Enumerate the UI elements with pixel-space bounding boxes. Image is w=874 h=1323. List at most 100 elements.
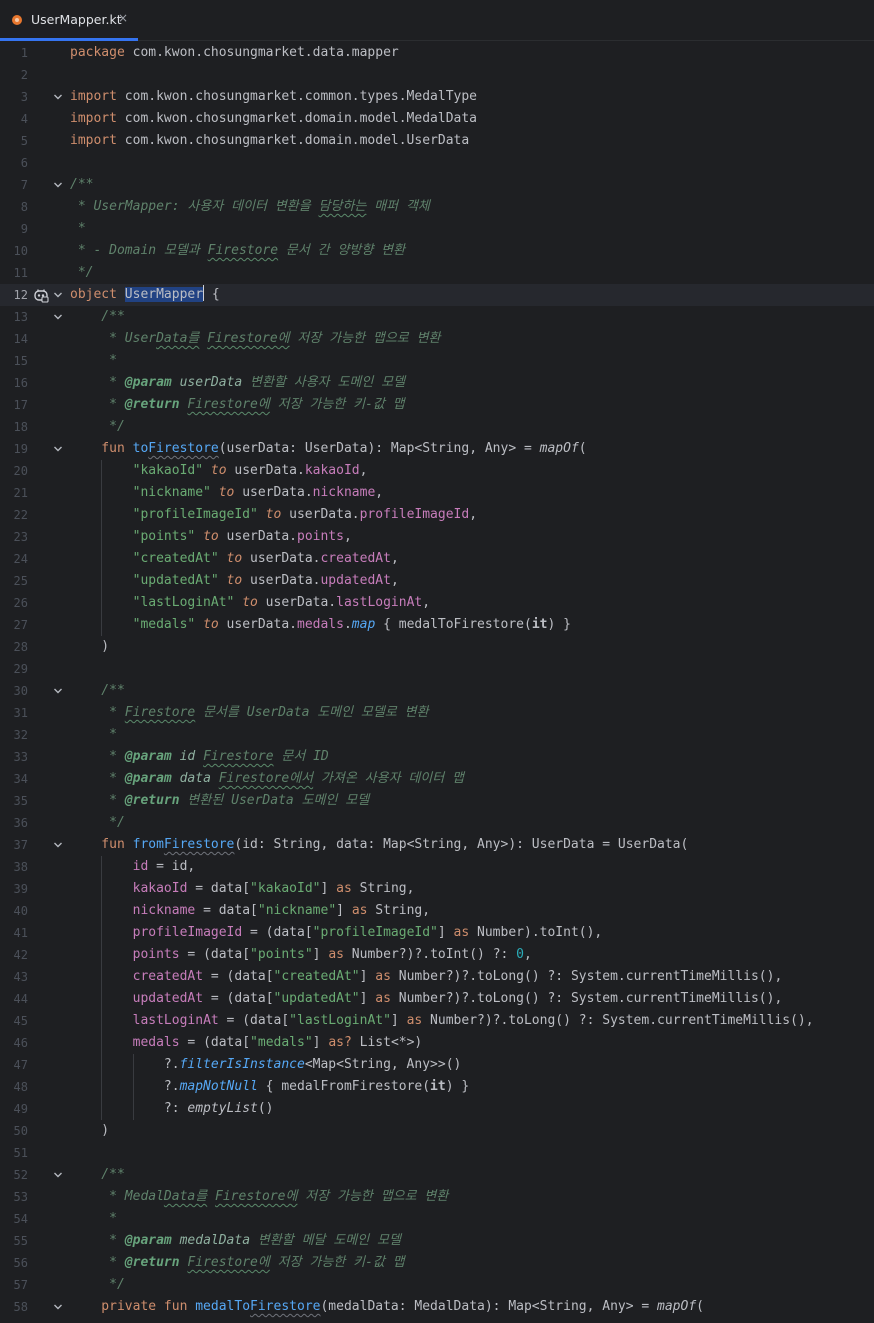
code-token: emptyList — [187, 1101, 258, 1116]
code-line[interactable]: 34 * @param data Firestore에서 가져온 사용자 데이터… — [0, 768, 874, 790]
code-line[interactable]: 38 id = id, — [0, 856, 874, 878]
code-line[interactable]: 26 "lastLoginAt" to userData.lastLoginAt… — [0, 592, 874, 614]
code-token: ?. — [70, 1057, 180, 1072]
code-line[interactable]: 22 "profileImageId" to userData.profileI… — [0, 504, 874, 526]
code-token: 0 — [516, 947, 524, 962]
code-line[interactable]: 19 fun toFirestore(userData: UserData): … — [0, 438, 874, 460]
code-line[interactable]: 27 "medals" to userData.medals.map { med… — [0, 614, 874, 636]
chevron-down-icon[interactable] — [53, 444, 63, 454]
code-line[interactable]: 41 profileImageId = (data["profileImageI… — [0, 922, 874, 944]
code-line[interactable]: 1 package com.kwon.chosungmarket.data.map… — [0, 42, 874, 64]
line-number: 4 — [20, 112, 28, 126]
code-token: data — [179, 771, 211, 786]
code-line[interactable]: 20 "kakaoId" to userData.kakaoId, — [0, 460, 874, 482]
code-line[interactable]: 50 ) — [0, 1120, 874, 1142]
code-token: "lastLoginAt" — [289, 1013, 391, 1028]
code-line[interactable]: 45 lastLoginAt = (data["lastLoginAt"] as… — [0, 1010, 874, 1032]
line-number: 12 — [13, 288, 28, 302]
tab-usermapper[interactable]: UserMapper.kt × — [0, 0, 138, 41]
chevron-down-icon[interactable] — [53, 1170, 63, 1180]
code-line[interactable]: 6 — [0, 152, 874, 174]
chevron-down-icon[interactable] — [53, 180, 63, 190]
code-line[interactable]: 48 ?.mapNotNull { medalFromFirestore(it)… — [0, 1076, 874, 1098]
code-line[interactable]: 35 * @return 변환된 UserData 도메인 모델 — [0, 790, 874, 812]
code-line[interactable]: 46 medals = (data["medals"] as? List<*>) — [0, 1032, 874, 1054]
code-line[interactable]: 14 * UserData를 Firestore에 저장 가능한 맵으로 변환 — [0, 328, 874, 350]
code-token: String, — [351, 881, 415, 896]
code-line[interactable]: 52 /** — [0, 1164, 874, 1186]
code-line[interactable]: 53 * MedalData를 Firestore에 저장 가능한 맵으로 변환 — [0, 1186, 874, 1208]
code-token: fun — [70, 837, 133, 852]
code-line[interactable]: 40 nickname = data["nickname"] as String… — [0, 900, 874, 922]
code-line[interactable]: 47 ?.filterIsInstance<Map<String, Any>>(… — [0, 1054, 874, 1076]
code-line[interactable]: 32 * — [0, 724, 874, 746]
chevron-down-icon[interactable] — [53, 686, 63, 696]
code-line[interactable]: 54 * — [0, 1208, 874, 1230]
code-token: = (data[ — [203, 969, 274, 984]
code-line[interactable]: 31 * Firestore 문서를 UserData 도메인 모델로 변환 — [0, 702, 874, 724]
code-token: 문서 간 양방향 변환 — [278, 243, 406, 258]
code-line[interactable]: 36 */ — [0, 812, 874, 834]
code-text: * UserMapper: 사용자 데이터 변환을 담당하는 매퍼 객체 — [70, 196, 430, 218]
code-line[interactable]: 29 — [0, 658, 874, 680]
code-token: = data[ — [195, 903, 258, 918]
code-line[interactable]: 33 * @param id Firestore 문서 ID — [0, 746, 874, 768]
code-line[interactable]: 51 — [0, 1142, 874, 1164]
code-token: to — [218, 485, 235, 500]
code-token: Firestore — [163, 837, 235, 852]
code-token: { medalToFirestore( — [375, 617, 532, 632]
close-icon[interactable]: × — [118, 11, 128, 25]
code-line[interactable]: 30 /** — [0, 680, 874, 702]
code-line[interactable]: 42 points = (data["points"] as Number?)?… — [0, 944, 874, 966]
code-line[interactable]: 28 ) — [0, 636, 874, 658]
chevron-down-icon[interactable] — [53, 312, 63, 322]
line-number: 41 — [13, 926, 28, 940]
code-token: profileImageId — [132, 925, 243, 940]
code-line[interactable]: 11 */ — [0, 262, 874, 284]
code-line[interactable]: 57 */ — [0, 1274, 874, 1296]
code-line[interactable]: 15 * — [0, 350, 874, 372]
chevron-down-icon[interactable] — [53, 840, 63, 850]
code-line[interactable]: 16 * @param userData 변환할 사용자 도메인 모델 — [0, 372, 874, 394]
code-line[interactable]: 13 /** — [0, 306, 874, 328]
code-line[interactable]: 58 private fun medalToFirestore(medalDat… — [0, 1296, 874, 1318]
code-text: /** — [70, 1164, 125, 1186]
code-token: 변환된 UserData 도메인 모델 — [179, 793, 370, 808]
chevron-down-icon[interactable] — [53, 92, 63, 102]
code-line[interactable]: 2 — [0, 64, 874, 86]
code-line[interactable]: 21 "nickname" to userData.nickname, — [0, 482, 874, 504]
copilot-icon[interactable] — [33, 287, 49, 303]
code-line[interactable]: 17 * @return Firestore에 저장 가능한 키-값 맵 — [0, 394, 874, 416]
code-line[interactable]: 12 object UserMapper { — [0, 284, 874, 306]
code-line[interactable]: 55 * @param medalData 변환할 메달 도메인 모델 — [0, 1230, 874, 1252]
code-token: "kakaoId" — [70, 463, 204, 478]
code-text: points = (data["points"] as Number?)?.to… — [70, 944, 532, 966]
code-line[interactable]: 39 kakaoId = data["kakaoId"] as String, — [0, 878, 874, 900]
code-text: * — [70, 1208, 117, 1230]
code-line[interactable]: 24 "createdAt" to userData.createdAt, — [0, 548, 874, 570]
code-line[interactable]: 25 "updatedAt" to userData.updatedAt, — [0, 570, 874, 592]
code-line[interactable]: 3 import com.kwon.chosungmarket.common.ty… — [0, 86, 874, 108]
code-token: "profileImageId" — [312, 925, 438, 940]
code-line[interactable]: 49 ?: emptyList() — [0, 1098, 874, 1120]
code-line[interactable]: 18 */ — [0, 416, 874, 438]
code-line[interactable]: 23 "points" to userData.points, — [0, 526, 874, 548]
code-line[interactable]: 44 updatedAt = (data["updatedAt"] as Num… — [0, 988, 874, 1010]
code-line[interactable]: 5 import com.kwon.chosungmarket.domain.mo… — [0, 130, 874, 152]
chevron-down-icon[interactable] — [53, 1302, 63, 1312]
chevron-down-icon[interactable] — [53, 290, 63, 300]
code-line[interactable]: 8 * UserMapper: 사용자 데이터 변환을 담당하는 매퍼 객체 — [0, 196, 874, 218]
code-token: kakaoId — [304, 463, 360, 478]
code-line[interactable]: 7 /** — [0, 174, 874, 196]
code-line[interactable]: 43 createdAt = (data["createdAt"] as Num… — [0, 966, 874, 988]
code-token: * - Domain 모델과 — [70, 243, 208, 258]
code-line[interactable]: 4 import com.kwon.chosungmarket.domain.mo… — [0, 108, 874, 130]
code-line[interactable]: 10 * - Domain 모델과 Firestore 문서 간 양방향 변환 — [0, 240, 874, 262]
code-line[interactable]: 9 * — [0, 218, 874, 240]
code-line[interactable]: 37 fun fromFirestore(id: String, data: M… — [0, 834, 874, 856]
code-line[interactable]: 56 * @return Firestore에 저장 가능한 키-값 맵 — [0, 1252, 874, 1274]
code-editor[interactable]: 1 package com.kwon.chosungmarket.data.map… — [0, 42, 874, 1323]
code-token: nickname — [312, 485, 376, 500]
